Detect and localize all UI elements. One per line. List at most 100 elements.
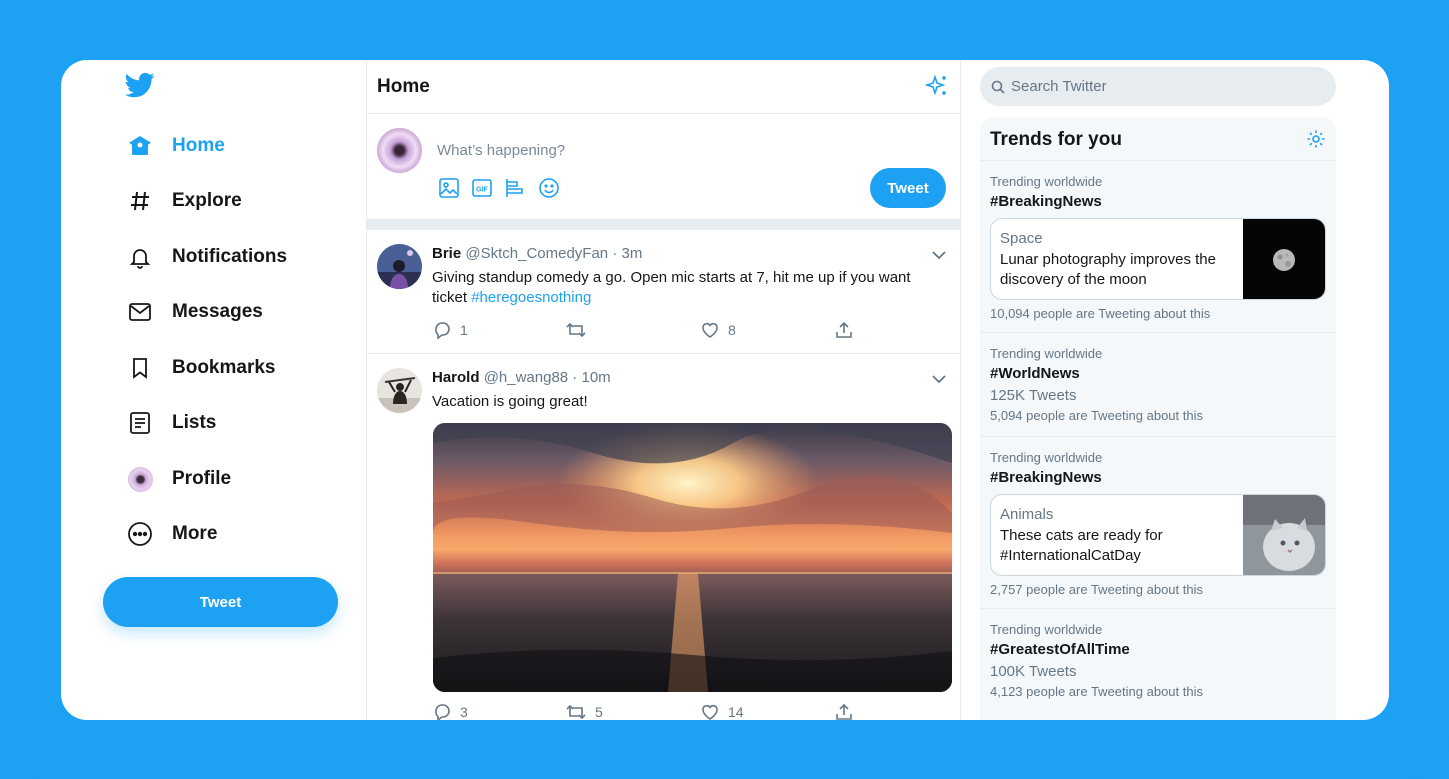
tweet-text: Vacation is going great! [432, 393, 588, 410]
tweet-text: Giving standup comedy a go. Open mic sta… [432, 269, 911, 306]
trend-tag[interactable]: #WorldNews [990, 365, 1080, 382]
heart-icon [702, 704, 718, 720]
trend-item[interactable]: Trending worldwide #GreatestOfAllTime 10… [980, 608, 1336, 712]
like-button[interactable]: 8 [700, 320, 736, 340]
page-title: Home [377, 76, 430, 97]
compose-box: GIF Tweet [367, 114, 960, 219]
tweet-author-name[interactable]: Brie [432, 245, 461, 262]
nav-label: Explore [172, 190, 242, 211]
nav-label: Profile [172, 468, 232, 489]
tweet-meta: @h_wang88 · 10m [483, 369, 611, 386]
trend-item[interactable]: Trending worldwide #BreakingNews Space L… [980, 160, 1336, 332]
hashtag-link[interactable]: #heregoesnothing [471, 289, 591, 306]
nav-item-lists[interactable]: Lists [127, 403, 216, 443]
avatar[interactable] [377, 368, 422, 413]
trend-context: Trending worldwide [990, 622, 1103, 637]
svg-text:GIF: GIF [476, 187, 488, 194]
tweet-button[interactable]: Tweet [103, 577, 338, 627]
home-icon [127, 133, 153, 159]
reply-button[interactable]: 3 [432, 702, 468, 720]
gear-icon[interactable] [1306, 129, 1326, 149]
trend-tag[interactable]: #BreakingNews [990, 193, 1102, 210]
retweet-icon [566, 322, 586, 338]
nav-label: Home [172, 135, 225, 156]
image-icon[interactable] [437, 176, 461, 200]
reply-button[interactable]: 1 [432, 320, 468, 340]
reply-icon [435, 704, 450, 720]
trends-panel: Trends for you Trending worldwide #Break… [980, 117, 1336, 720]
share-button[interactable] [834, 320, 862, 340]
nav-item-more[interactable]: More [127, 514, 217, 554]
tweet-photo[interactable] [433, 423, 952, 692]
twitter-logo-icon[interactable] [123, 70, 157, 100]
search-input[interactable] [1011, 78, 1311, 95]
sparkle-icon[interactable] [924, 73, 950, 99]
retweet-button[interactable] [565, 320, 595, 340]
trend-card[interactable]: Space Lunar photography improves the dis… [990, 218, 1326, 300]
nav-item-profile[interactable]: Profile [127, 459, 231, 499]
chevron-down-icon[interactable] [930, 246, 948, 264]
list-icon [127, 410, 153, 436]
nav-label: More [172, 523, 218, 544]
share-icon [836, 321, 852, 338]
compose-input[interactable] [437, 142, 837, 159]
sidebar-nav: Home Explore Notifications Messages Book [61, 60, 366, 720]
nav-item-home[interactable]: Home [127, 126, 225, 166]
card-text: Lunar photography improves the discovery… [1000, 251, 1216, 288]
trend-count: 100K Tweets [990, 663, 1077, 680]
tweet-actions: 3 5 14 [432, 702, 862, 720]
more-icon [127, 521, 153, 547]
cat-image [1243, 495, 1325, 575]
trend-count: 125K Tweets [990, 387, 1077, 404]
trend-context: Trending worldwide [990, 174, 1103, 189]
poll-icon[interactable] [503, 176, 527, 200]
nav-item-explore[interactable]: Explore [127, 181, 242, 221]
tweet[interactable]: Brie @Sktch_ComedyFan · 3m Giving standu… [367, 230, 960, 354]
tweet-author-name[interactable]: Harold [432, 369, 480, 386]
search-bar[interactable] [980, 67, 1336, 106]
trend-context: Trending worldwide [990, 450, 1103, 465]
retweet-icon [566, 704, 586, 720]
trend-item[interactable]: Trending worldwide #WorldNews 125K Tweet… [980, 332, 1336, 436]
trend-tag[interactable]: #BreakingNews [990, 469, 1102, 486]
moon-image [1243, 219, 1325, 299]
trend-people: 10,094 people are Tweeting about this [990, 306, 1211, 321]
emoji-icon[interactable] [537, 176, 561, 200]
avatar [127, 466, 153, 492]
tweet[interactable]: Harold @h_wang88 · 10m Vacation is going… [367, 354, 960, 720]
avatar[interactable] [377, 244, 422, 289]
trend-tag[interactable]: #GreatestOfAllTime [990, 641, 1130, 658]
search-icon [991, 80, 1005, 94]
right-sidebar: Trends for you Trending worldwide #Break… [980, 60, 1336, 720]
bell-icon [127, 244, 153, 270]
tweet-actions: 1 8 [432, 320, 862, 342]
chevron-down-icon[interactable] [930, 370, 948, 388]
bookmark-icon [127, 355, 153, 381]
trend-people: 4,123 people are Tweeting about this [990, 684, 1203, 699]
trend-people: 5,094 people are Tweeting about this [990, 408, 1203, 423]
device-frame: Home Explore Notifications Messages Book [0, 0, 1449, 779]
share-icon [836, 703, 852, 720]
retweet-button[interactable]: 5 [565, 702, 603, 720]
heart-icon [702, 322, 718, 338]
nav-label: Lists [172, 412, 217, 433]
gif-icon[interactable]: GIF [470, 176, 494, 200]
trend-card[interactable]: Animals These cats are ready for #Intern… [990, 494, 1326, 576]
nav-label: Messages [172, 301, 263, 322]
tweet-meta: @Sktch_ComedyFan · 3m [465, 245, 643, 262]
hashtag-icon [127, 188, 153, 214]
share-button[interactable] [834, 702, 862, 720]
timeline: Home GIF Tweet [366, 60, 961, 720]
nav-label: Bookmarks [172, 357, 276, 378]
nav-item-notifications[interactable]: Notifications [127, 237, 287, 277]
nav-item-bookmarks[interactable]: Bookmarks [127, 348, 276, 388]
card-category: Animals [1000, 506, 1054, 523]
trends-title: Trends for you [990, 129, 1122, 150]
nav-label: Notifications [172, 246, 288, 267]
divider [367, 219, 960, 230]
trend-item[interactable]: Trending worldwide #BreakingNews Animals… [980, 436, 1336, 608]
card-category: Space [1000, 230, 1043, 247]
compose-tweet-button[interactable]: Tweet [870, 168, 946, 208]
nav-item-messages[interactable]: Messages [127, 292, 263, 332]
like-button[interactable]: 14 [700, 702, 744, 720]
